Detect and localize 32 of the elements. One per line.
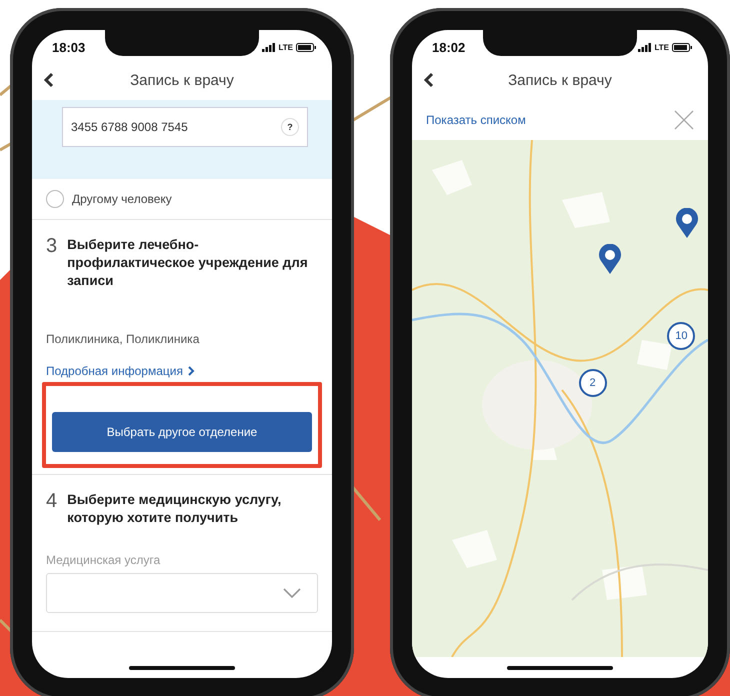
- battery-icon: [296, 42, 316, 52]
- screen-title: Запись к врачу: [508, 72, 612, 88]
- signal-icon: [262, 42, 276, 52]
- screen-title: Запись к врачу: [130, 72, 234, 88]
- service-select[interactable]: [46, 573, 318, 613]
- close-icon[interactable]: [674, 110, 694, 130]
- status-time: 18:02: [432, 40, 466, 54]
- back-icon: [44, 72, 55, 88]
- signal-icon: [638, 42, 652, 52]
- card-number-value: 3455 6788 9008 7545: [71, 120, 188, 134]
- radio-label: Другому человеку: [72, 192, 172, 206]
- facility-name: Поликлиника, Поликлиника: [46, 332, 200, 346]
- status-time: 18:03: [52, 40, 86, 54]
- map-pin-icon[interactable]: [598, 244, 622, 274]
- network-label: LTE: [278, 42, 293, 52]
- choose-department-button[interactable]: Выбрать другое отделение: [52, 412, 312, 452]
- details-link[interactable]: Подробная информация: [46, 364, 195, 378]
- help-button[interactable]: ?: [281, 118, 299, 136]
- chevron-icon: [188, 366, 195, 376]
- battery-icon: [672, 42, 692, 52]
- radio-button[interactable]: [46, 190, 64, 208]
- card-number-field[interactable]: 3455 6788 9008 7545 ?: [62, 107, 308, 147]
- dropdown-icon: [283, 588, 301, 598]
- step-title: Выберите медицинскую услугу, которую хотите получить: [67, 491, 282, 527]
- field-label: Медицинская услуга: [46, 553, 162, 567]
- map-pin-icon[interactable]: [675, 208, 700, 238]
- back-icon: [424, 72, 435, 88]
- step-number: 3: [46, 236, 58, 259]
- network-label: LTE: [654, 42, 669, 52]
- show-list-link[interactable]: Показать списком: [426, 113, 526, 127]
- step-number: 4: [46, 491, 58, 514]
- step-title: Выберите лечебно-профилактическое учреждение для записи: [67, 236, 309, 290]
